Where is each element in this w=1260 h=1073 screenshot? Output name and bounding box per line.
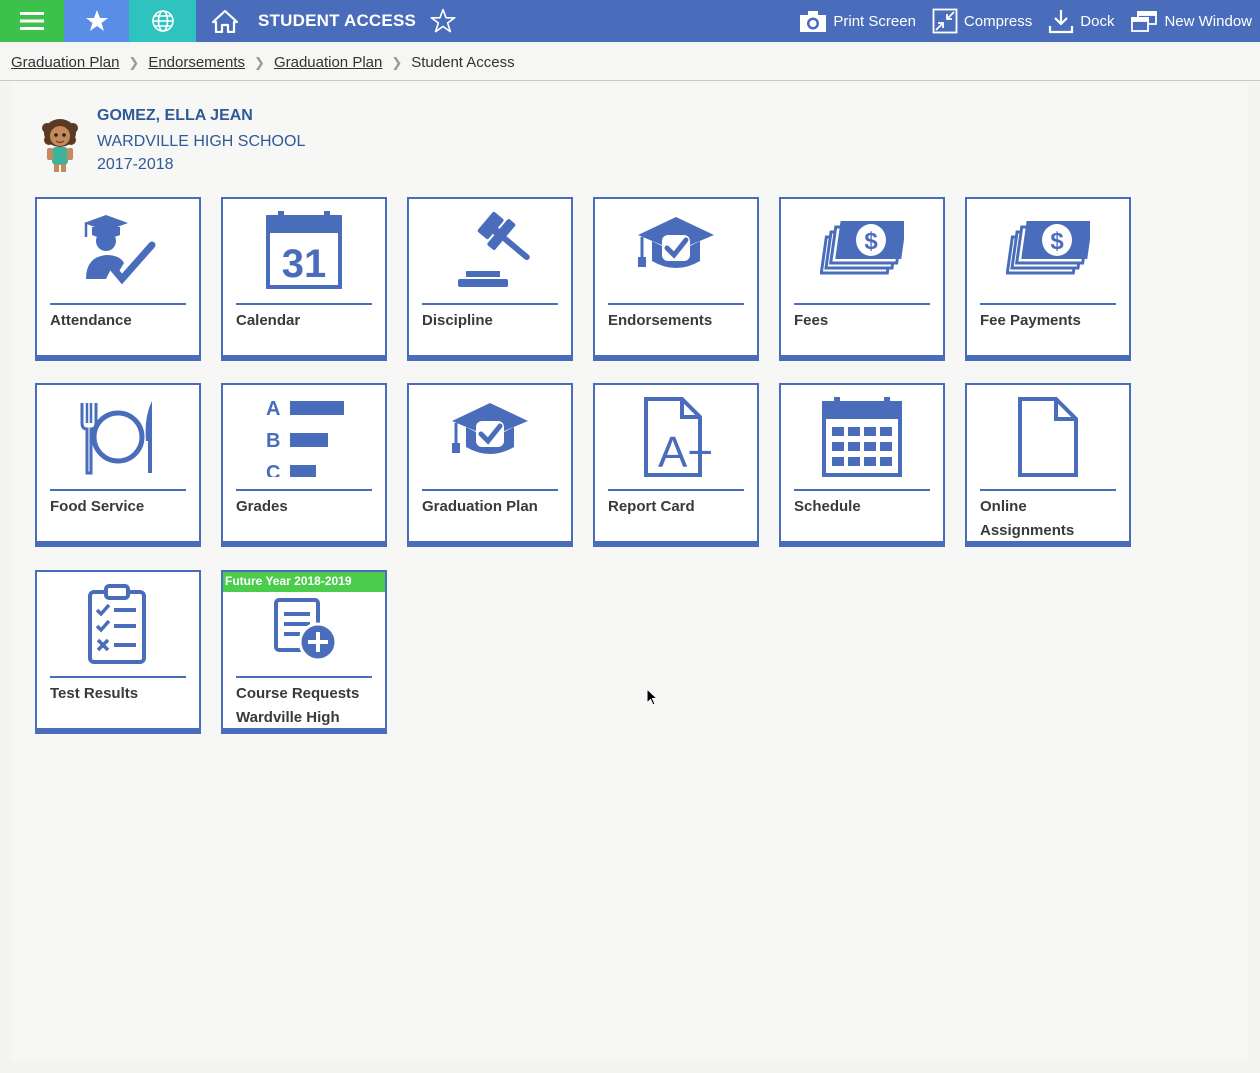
tile-fees[interactable]: $ Fees [779,197,945,361]
tile-label: Online Assignments [980,498,1075,539]
tile-grades[interactable]: A B C Grades [221,383,387,547]
svg-text:$: $ [1050,228,1064,255]
grades-icon: A B C [266,398,344,477]
money-icon: $ [820,221,904,275]
mouse-cursor-icon [646,688,658,706]
breadcrumb-current: Student Access [411,53,515,71]
tile-endorsements[interactable]: Endorsements [593,197,759,361]
globe-icon [151,10,174,32]
star-outline-icon [430,8,456,33]
favorites-button[interactable] [64,0,129,42]
report-card-icon: A+ [644,397,713,477]
hamburger-icon [20,12,44,30]
clipboard-icon [88,584,146,664]
tile-label: Food Service [50,498,145,515]
money-icon: $ [1006,221,1090,275]
document-icon [1018,397,1078,477]
student-info: GOMEZ, ELLA JEAN WARDVILLE HIGH SCHOOL 2… [97,106,305,174]
svg-text:$: $ [864,228,878,255]
tile-fee-payments[interactable]: $ Fee Payments [965,197,1131,361]
plate-fork-knife-icon [80,401,152,475]
chevron-right-icon: ❯ [391,55,403,70]
tile-food-service[interactable]: Food Service [35,383,201,547]
tile-test-results[interactable]: Test Results [35,570,201,734]
gavel-icon [458,211,530,287]
compress-label: Compress [963,12,1033,30]
main-content: GOMEZ, ELLA JEAN WARDVILLE HIGH SCHOOL 2… [12,82,1248,1060]
tile-label: Graduation Plan [422,498,538,515]
add-document-icon [274,598,338,662]
tile-label: Report Card [608,498,695,515]
tile-label: Endorsements [608,312,713,329]
favorite-toggle[interactable] [430,8,456,34]
breadcrumb: Graduation Plan ❯ Endorsements ❯ Graduat… [0,44,1260,81]
dock-icon [1049,10,1074,34]
calendar-icon: 31 [266,211,342,289]
tile-report-card[interactable]: A+ Report Card [593,383,759,547]
tile-schedule[interactable]: Schedule [779,383,945,547]
tile-online-assignments[interactable]: Online Assignments [965,383,1131,547]
grade-letter: A [266,398,280,420]
avatar [42,119,78,172]
student-header: GOMEZ, ELLA JEAN WARDVILLE HIGH SCHOOL 2… [37,106,305,174]
breadcrumb-link[interactable]: Graduation Plan [274,54,382,71]
schedule-icon [822,397,902,477]
grade-letter: C [266,462,280,477]
new-window-icon [1131,11,1158,32]
report-card-grade: A+ [658,428,713,477]
tile-course-requests[interactable]: Future Year 2018-2019 Course Requests Wa… [221,570,387,734]
camera-icon [800,11,827,32]
calendar-day: 31 [282,242,327,286]
tile-label: Discipline [422,312,493,329]
chevron-right-icon: ❯ [254,55,265,70]
student-year: 2017-2018 [97,156,174,173]
future-year-badge: Future Year 2018-2019 [223,572,385,592]
student-school: WARDVILLE HIGH SCHOOL [97,133,306,150]
tile-attendance[interactable]: Attendance [35,197,201,361]
tile-label: Fees [794,312,829,329]
home-button[interactable] [196,0,254,42]
dock-button[interactable]: Dock [1048,8,1114,34]
star-icon [85,10,108,31]
tile-label: Grades [236,498,288,515]
home-icon [212,9,238,33]
tile-label: Fee Payments [980,312,1081,329]
print-screen-label: Print Screen [833,12,916,30]
tile-label: Test Results [50,685,139,702]
print-screen-button[interactable]: Print Screen [799,9,916,33]
breadcrumb-link[interactable]: Endorsements [148,54,245,71]
compress-button[interactable]: Compress [932,8,1032,34]
attendance-icon [84,215,156,285]
chevron-right-icon: ❯ [128,55,140,70]
page-title: STUDENT ACCESS [258,11,417,30]
tile-label: Course Requests Wardville High [236,685,360,726]
menu-button[interactable] [0,0,64,42]
tile-discipline[interactable]: Discipline [407,197,573,361]
student-name: GOMEZ, ELLA JEAN [97,107,253,124]
tile-label: Calendar [236,312,301,329]
compress-icon [932,8,958,34]
top-bar: STUDENT ACCESS Print Screen Compress Doc… [0,0,1260,42]
toolbar-actions: Print Screen Compress Dock New Window [799,0,1260,42]
new-window-label: New Window [1164,12,1252,30]
tile-graduation-plan[interactable]: Graduation Plan [407,383,573,547]
tile-label: Schedule [794,498,861,515]
breadcrumb-link[interactable]: Graduation Plan [11,54,119,71]
graduation-cap-check-icon [452,403,528,454]
grade-letter: B [266,430,280,452]
tile-calendar[interactable]: 31 Calendar [221,197,387,361]
dock-label: Dock [1080,12,1115,30]
tile-label: Attendance [50,312,132,329]
new-window-button[interactable]: New Window [1130,9,1252,33]
graduation-cap-check-icon [638,217,714,268]
globe-button[interactable] [129,0,196,42]
